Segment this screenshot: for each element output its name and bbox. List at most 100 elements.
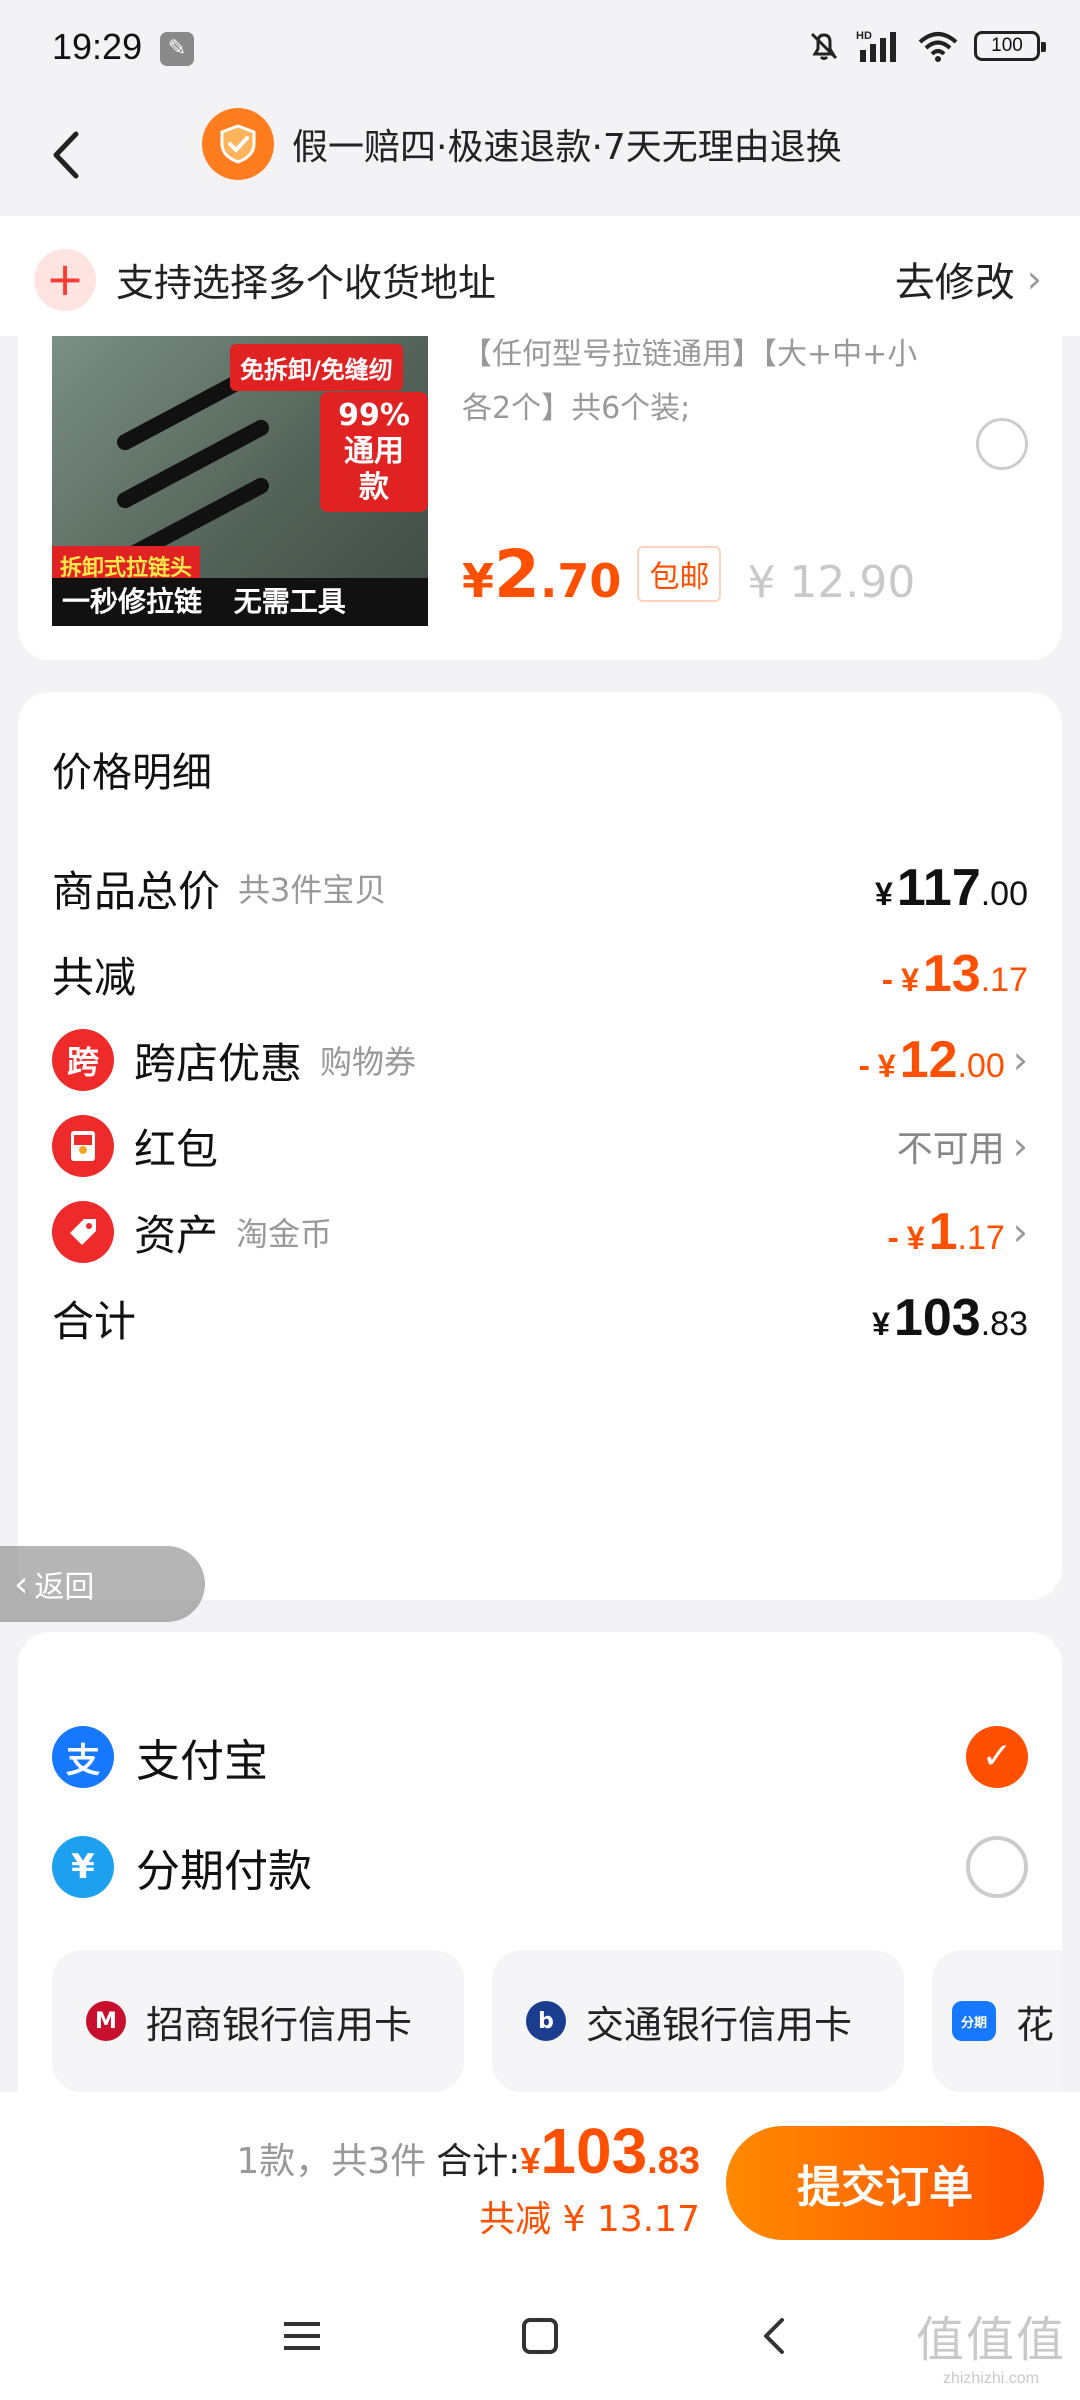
checkout-total: ¥103.83 (520, 2114, 700, 2188)
back-button[interactable] (34, 120, 104, 190)
chevron-right-icon: › (1012, 1124, 1028, 1168)
bell-muted-icon (810, 32, 838, 60)
bank-card-option[interactable]: 分期 花 (932, 1950, 1062, 2092)
row-total-discount: 共减 - ¥13.17 (52, 934, 1028, 1014)
yen-sign: ¥ (906, 1220, 925, 1256)
discount-amount: - ¥13.17 (882, 944, 1028, 1004)
cmb-logo-icon: M (86, 2001, 126, 2041)
row-cross-store[interactable]: 跨 跨店优惠 购物券 - ¥12.00 › (52, 1020, 1028, 1100)
checkout-discount: 共减 ¥ 13.17 (479, 2199, 700, 2240)
price-decimal: .70 (539, 554, 622, 608)
alipay-icon: 支 (52, 1726, 114, 1788)
payment-card: 支 支付宝 ✓ ¥ 分期付款 M 招商银行信用卡 b 交通银行信用卡 分期 花 (18, 1632, 1062, 2092)
bank-card-option[interactable]: b 交通银行信用卡 (492, 1950, 904, 2092)
yen-sign: ¥ (901, 962, 919, 998)
row-label: 资产 (134, 1210, 219, 1260)
amount-decimal: .83 (980, 1305, 1028, 1343)
row-assets[interactable]: 资产 淘金币 - ¥1.17 › (52, 1192, 1028, 1272)
plus-icon[interactable]: + (34, 249, 96, 311)
chevron-left-icon: ‹ (14, 1563, 29, 1605)
shield-check-icon (202, 108, 274, 180)
amount-integer: 13 (922, 945, 981, 1003)
image-banner: 一秒修拉链 无需工具 (52, 578, 428, 626)
chevron-left-icon (53, 131, 79, 179)
payment-option-installment[interactable]: ¥ 分期付款 (52, 1822, 1028, 1912)
amount-decimal: .17 (980, 961, 1028, 999)
row-total: 合计 ¥103.83 (52, 1278, 1028, 1358)
floating-back-label: 返回 (34, 1570, 95, 1605)
menu-icon[interactable] (264, 2298, 340, 2374)
installment-cards: M 招商银行信用卡 b 交通银行信用卡 分期 花 (52, 1950, 1062, 2092)
edit-address-label: 去修改 (894, 260, 1015, 306)
product-image[interactable]: 免拆卸/免缝纫 99%通用款 拆卸式拉链头 一秒修拉链 无需工具 (52, 336, 428, 626)
image-tag: 免拆卸/免缝纫 (230, 344, 403, 391)
subtotal-amount: ¥117.00 (875, 858, 1028, 918)
home-icon[interactable] (502, 2298, 578, 2374)
wifi-icon (918, 32, 958, 62)
amount-decimal: .00 (957, 1047, 1005, 1085)
chevron-right-icon: › (1012, 1210, 1028, 1254)
row-label: 跨店优惠 (134, 1038, 303, 1088)
status-time: 19:29 (52, 26, 143, 67)
huabei-logo-icon: 分期 (952, 2001, 996, 2041)
installment-icon: ¥ (52, 1836, 114, 1898)
bank-card-label: 花 (1016, 2002, 1055, 2047)
row-label: 合计 (52, 1296, 137, 1346)
guarantee-text: 假一赔四·极速退款·7天无理由退换 (292, 127, 842, 168)
image-banner-left: 一秒修拉链 (62, 585, 203, 618)
guarantee-banner[interactable]: 假一赔四·极速退款·7天无理由退换 (202, 108, 842, 180)
chevron-right-icon: › (1012, 1038, 1028, 1082)
row-sub: 购物券 (320, 1043, 417, 1081)
price-detail-title: 价格明细 (52, 750, 212, 796)
minus-sign: - (858, 1047, 870, 1085)
product-price: ¥ 2 .70 包邮 ¥ 12.90 (462, 536, 915, 613)
row-label: 商品总价 (52, 866, 221, 916)
row-label: 红包 (134, 1124, 219, 1174)
top-bar: 假一赔四·极速退款·7天无理由退换 (0, 96, 1080, 216)
amount-integer: 1 (928, 1203, 958, 1261)
total-label: 合计: (436, 2141, 521, 2182)
price-detail-card: 价格明细 商品总价 共3件宝贝 ¥117.00 共减 - ¥13.17 跨 跨店优… (18, 692, 1062, 1600)
nav-back-icon[interactable] (738, 2298, 814, 2374)
payment-label: 支付宝 (136, 1736, 268, 1787)
minus-sign: - (887, 1219, 899, 1257)
row-sub: 共3件宝贝 (238, 871, 387, 909)
free-shipping-tag: 包邮 (637, 546, 722, 602)
order-summary: 1款，共3件 合计: ¥103.83 (236, 2114, 700, 2188)
check-selected-icon[interactable]: ✓ (966, 1726, 1028, 1788)
assets-amount: - ¥1.17 (887, 1202, 1004, 1262)
product-card: 免拆卸/免缝纫 99%通用款 拆卸式拉链头 一秒修拉链 无需工具 【任何型号拉链… (18, 336, 1062, 660)
multi-address-text: 支持选择多个收货地址 (116, 261, 497, 305)
product-select-radio[interactable] (976, 418, 1028, 470)
edit-address-link[interactable]: 去修改 › (895, 250, 1042, 308)
row-subtotal: 商品总价 共3件宝贝 ¥117.00 (52, 848, 1028, 928)
price-yen: ¥ (462, 554, 495, 608)
yen-sign: ¥ (872, 1306, 890, 1342)
amount-integer: 103 (893, 1289, 981, 1347)
original-price: ¥ 12.90 (747, 557, 916, 608)
amount-integer: 117 (896, 859, 981, 917)
floating-back-button[interactable]: ‹ 返回 (0, 1546, 205, 1622)
submit-order-button[interactable]: 提交订单 (726, 2126, 1044, 2240)
battery-icon: 100 (974, 31, 1046, 61)
row-red-packet[interactable]: 红包 不可用 › (52, 1106, 1028, 1186)
watermark: 值值值 zhizhizhi.com (916, 2300, 1066, 2388)
image-banner-right: 无需工具 (233, 585, 346, 618)
checkout-bar: 1款，共3件 合计: ¥103.83 共减 ¥ 13.17 提交订单 (0, 2092, 1080, 2272)
amount-integer: 12 (899, 1031, 958, 1089)
svg-text:HD: HD (856, 30, 872, 42)
amount-decimal: .83 (647, 2140, 700, 2182)
radio-unselected-icon[interactable] (966, 1836, 1028, 1898)
bank-card-label: 招商银行信用卡 (146, 2002, 413, 2047)
price-integer: 2 (494, 536, 540, 613)
bank-card-option[interactable]: M 招商银行信用卡 (52, 1950, 464, 2092)
bank-card-label: 交通银行信用卡 (586, 2002, 853, 2047)
cross-store-icon: 跨 (52, 1029, 114, 1091)
status-bar: 19:29 ✎ HD 100 (0, 0, 1080, 96)
payment-option-alipay[interactable]: 支 支付宝 ✓ (52, 1712, 1028, 1802)
item-count: 1款，共3件 (236, 2141, 427, 2182)
yen-sign: ¥ (875, 876, 893, 912)
signal-icon: HD (856, 30, 896, 62)
minus-sign: - (881, 961, 894, 999)
watermark-logo: 值值值 (915, 2312, 1066, 2368)
